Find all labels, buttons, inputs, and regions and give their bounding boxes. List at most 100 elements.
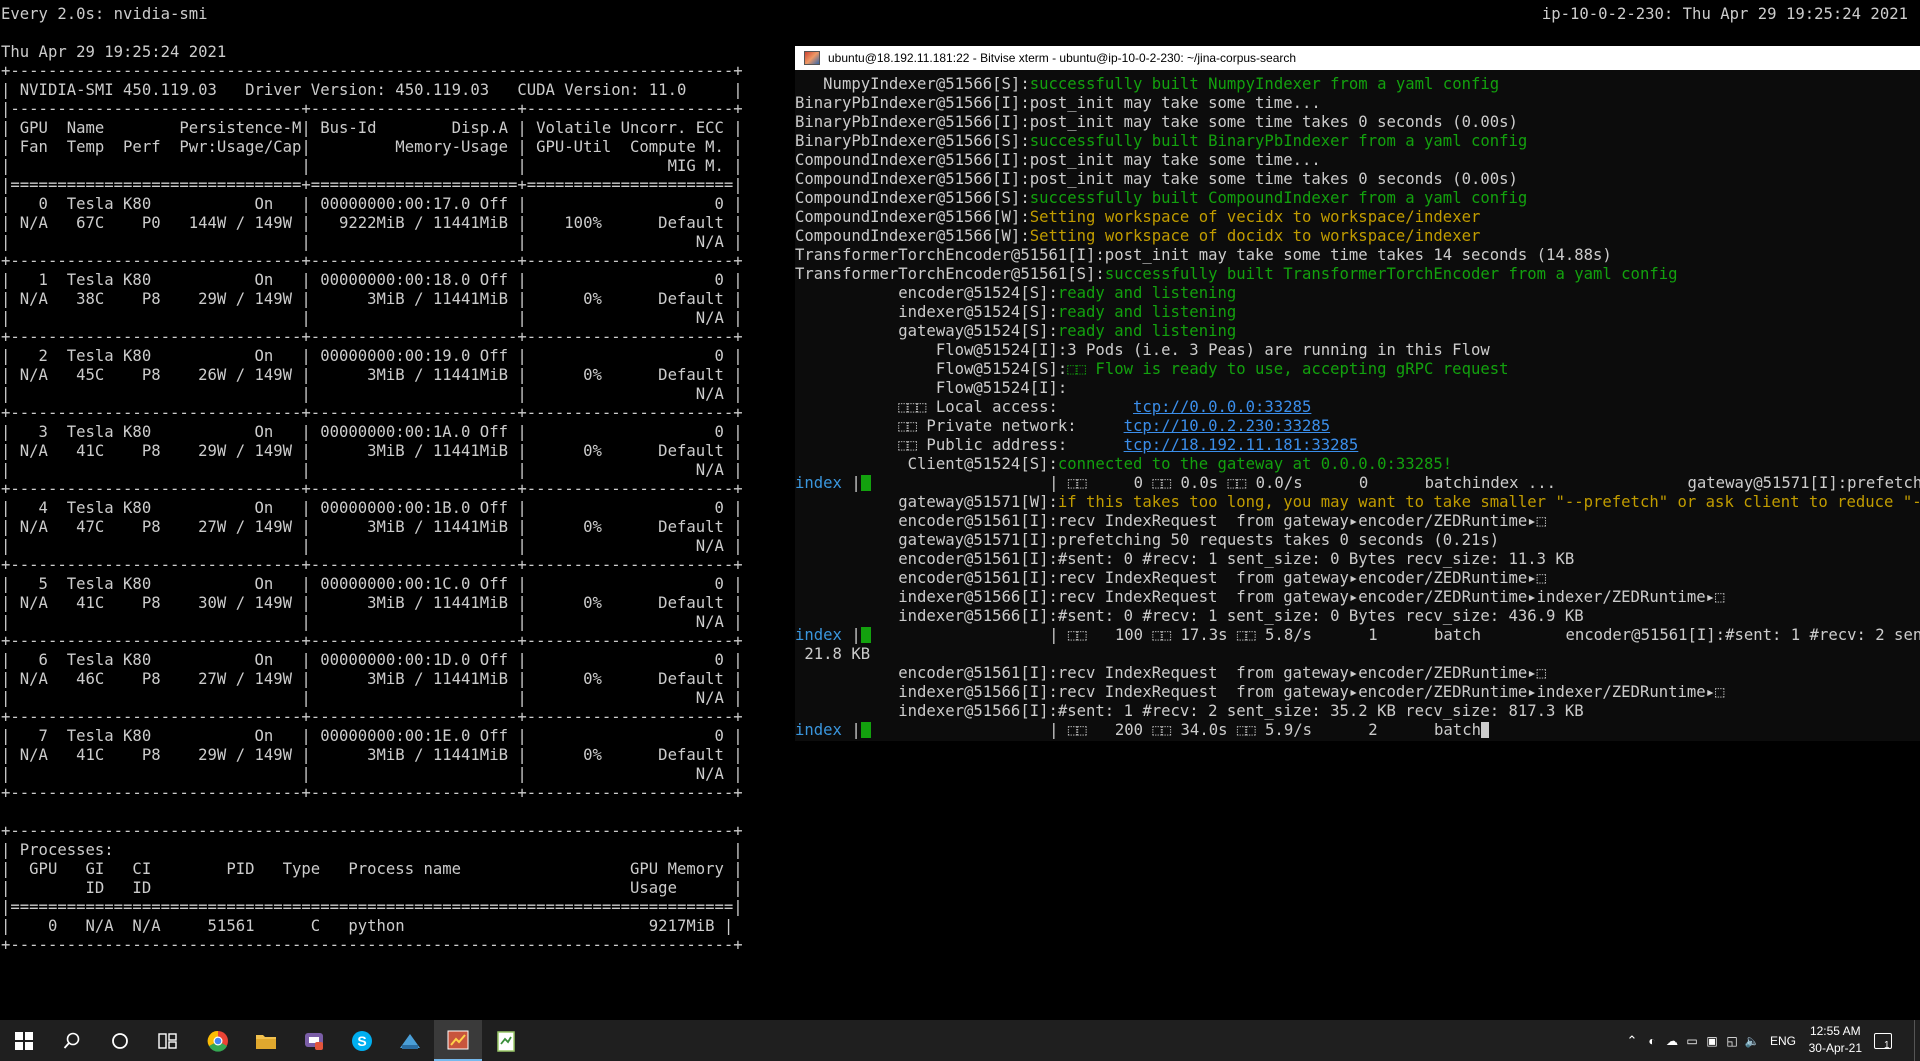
taskbar-clock[interactable]: 12:55 AM 30-Apr-21 [1809,1023,1862,1057]
terminal-line: encoder@51524[S]:ready and listening [795,284,1920,303]
terminal-link[interactable]: tcp://18.192.11.181:33285 [1124,436,1359,454]
xterm-app-icon[interactable] [804,51,820,65]
terminal-text: | ⬚⬚ 0 ⬚⬚ 0.0s ⬚⬚ 0.0/s 0 batchindex ...… [870,474,1920,492]
terminal-text: indexer@51566[I]:recv IndexRequest from … [795,588,1725,606]
remote-desktop-icon [303,1030,325,1052]
display-icon[interactable]: ▣ [1702,1034,1722,1048]
skype-taskbar-app[interactable]: S [338,1020,386,1061]
terminal-text: Client@51524[S]: [795,455,1058,473]
terminal-link[interactable]: tcp://0.0.0.0:33285 [1133,398,1311,416]
terminal-text: | ⬚⬚ 100 ⬚⬚ 17.3s ⬚⬚ 5.8/s 1 batch encod… [870,626,1920,644]
task-view-button[interactable] [144,1020,192,1061]
clock-date: 30-Apr-21 [1808,1041,1862,1055]
terminal-line: CompoundIndexer@51566[I]:post_init may t… [795,170,1920,189]
terminal-text: ⬚⬚ Public address: [795,436,1124,454]
terminal-text: CompoundIndexer@51566[W]: [795,227,1030,245]
terminal-text: successfully built CompoundIndexer from … [1029,189,1528,207]
terminal-line: ⬚⬚⬚ Local access: tcp://0.0.0.0:33285 [795,398,1920,417]
terminal-text: encoder@51561[I]:recv IndexRequest from … [795,664,1547,682]
volume-icon[interactable]: 🔈 [1742,1034,1762,1048]
remote-desktop-taskbar-app[interactable] [290,1020,338,1061]
wifi-icon[interactable]: ◱ [1722,1034,1742,1048]
terminal-text: encoder@51561[I]:recv IndexRequest from … [795,569,1547,587]
terminal-text: indexer@51566[I]:recv IndexRequest from … [795,683,1725,701]
terminal-line: TransformerTorchEncoder@51561[S]:success… [795,265,1920,284]
action-center-button[interactable]: 1 [1874,1020,1892,1061]
chevron-up-icon[interactable]: ⌃ [1622,1033,1642,1049]
terminal-text: BinaryPbIndexer@51566[I]:post_init may t… [795,94,1321,112]
terminal-text: Setting workspace of docidx to workspace… [1029,227,1481,245]
terminal-text: NumpyIndexer@51566[S]: [795,75,1030,93]
terminal-text: CompoundIndexer@51566[I]:post_init may t… [795,151,1321,169]
terminal-line: indexer@51524[S]:ready and listening [795,303,1920,322]
terminal-text: TransformerTorchEncoder@51561[S]: [795,265,1105,283]
terminal-line: NumpyIndexer@51566[S]:successfully built… [795,75,1920,94]
terminal-text: | [841,474,861,492]
xterm-window[interactable]: ubuntu@18.192.11.181:22 - Bitvise xterm … [795,46,1920,741]
terminal-line: indexer@51566[I]:recv IndexRequest from … [795,683,1920,702]
terminal-line: encoder@51561[I]:recv IndexRequest from … [795,569,1920,588]
start-button[interactable] [0,1020,48,1061]
xterm-taskbar-app[interactable] [434,1020,482,1061]
terminal-line: indexer@51566[I]:recv IndexRequest from … [795,588,1920,607]
notepad-taskbar-app[interactable] [482,1020,530,1061]
show-desktop-button[interactable] [1914,1020,1920,1061]
terminal-line: BinaryPbIndexer@51566[S]:successfully bu… [795,132,1920,151]
progress-bar-fill [860,627,871,643]
terminal-text: encoder@51561[I]:#sent: 0 #recv: 1 sent_… [795,550,1575,568]
clock-time: 12:55 AM [1809,1024,1861,1038]
terminal-line: index | | ⬚⬚ 100 ⬚⬚ 17.3s ⬚⬚ 5.8/s 1 bat… [795,626,1920,645]
terminal-text: ready and listening [1057,303,1237,321]
nvidia-smi-output: Thu Apr 29 19:25:24 2021 +--------------… [1,43,743,954]
windows-logo-icon [15,1031,33,1050]
terminal-text: ⬚⬚ Flow is ready to use, accepting gRPC … [1067,360,1509,378]
bitvise-icon [398,1030,422,1052]
search-icon [63,1032,81,1050]
system-tray: ⌃ ◐ ☁ ▭ ▣ ◱ 🔈 ENG [1622,1020,1796,1061]
terminal-text: successfully built NumpyIndexer from a y… [1029,75,1500,93]
xterm-title-bar[interactable]: ubuntu@18.192.11.181:22 - Bitvise xterm … [795,46,1920,70]
onedrive-cloud-icon[interactable]: ☁ [1662,1034,1682,1048]
watch-host-timestamp: ip-10-0-2-230: Thu Apr 29 19:25:24 2021 [1541,5,1908,23]
xterm-terminal-content[interactable]: NumpyIndexer@51566[S]:successfully built… [795,75,1920,740]
terminal-line: gateway@51524[S]:ready and listening [795,322,1920,341]
terminal-line: indexer@51566[I]:#sent: 1 #recv: 2 sent_… [795,702,1920,721]
terminal-link[interactable]: tcp://10.0.2.230:33285 [1124,417,1331,435]
terminal-line: 21.8 KB [795,645,1920,664]
terminal-line: encoder@51561[I]:recv IndexRequest from … [795,664,1920,683]
terminal-text: gateway@51524[S]: [795,322,1058,340]
svg-text:S: S [357,1033,366,1049]
terminal-text: Flow@51524[I]:3 Pods (i.e. 3 Peas) are r… [795,341,1490,359]
terminal-line: encoder@51561[I]:#sent: 0 #recv: 1 sent_… [795,550,1920,569]
terminal-text: encoder@51561[I]:recv IndexRequest from … [795,512,1547,530]
language-indicator[interactable]: ENG [1770,1034,1796,1048]
terminal-text: index [795,721,842,739]
terminal-line: gateway@51571[W]:if this takes too long,… [795,493,1920,512]
file-explorer-taskbar-app[interactable] [242,1020,290,1061]
terminal-text: ready and listening [1057,322,1237,340]
progress-bar-fill [860,722,871,738]
notepad-icon [496,1030,516,1052]
chrome-taskbar-app[interactable] [194,1020,242,1061]
cortana-ring-icon [111,1032,129,1050]
terminal-text: indexer@51566[I]:#sent: 0 #recv: 1 sent_… [795,607,1584,625]
terminal-line: Client@51524[S]:connected to the gateway… [795,455,1920,474]
network-status-icon[interactable]: ◐ [1642,1034,1662,1048]
terminal-line: ⬚⬚ Private network: tcp://10.0.2.230:332… [795,417,1920,436]
terminal-text: | [841,626,861,644]
terminal-line: CompoundIndexer@51566[I]:post_init may t… [795,151,1920,170]
terminal-text: indexer@51566[I]:#sent: 1 #recv: 2 sent_… [795,702,1584,720]
battery-icon[interactable]: ▭ [1682,1034,1702,1048]
terminal-text: BinaryPbIndexer@51566[S]: [795,132,1030,150]
windows-taskbar: S ⌃ ◐ ☁ ▭ ▣ ◱ 🔈 ENG 12:55 AM 30-Apr-21 1 [0,1020,1920,1061]
terminal-cursor [1480,722,1489,738]
search-button[interactable] [48,1020,96,1061]
terminal-text: Setting workspace of vecidx to workspace… [1029,208,1481,226]
terminal-line: BinaryPbIndexer@51566[I]:post_init may t… [795,113,1920,132]
cortana-button[interactable] [96,1020,144,1061]
terminal-line: Flow@51524[I]:3 Pods (i.e. 3 Peas) are r… [795,341,1920,360]
bitvise-taskbar-app[interactable] [386,1020,434,1061]
xterm-window-title: ubuntu@18.192.11.181:22 - Bitvise xterm … [828,51,1297,65]
terminal-text: Flow@51524[I]: [795,379,1068,397]
terminal-line: gateway@51571[I]:prefetching 50 requests… [795,531,1920,550]
